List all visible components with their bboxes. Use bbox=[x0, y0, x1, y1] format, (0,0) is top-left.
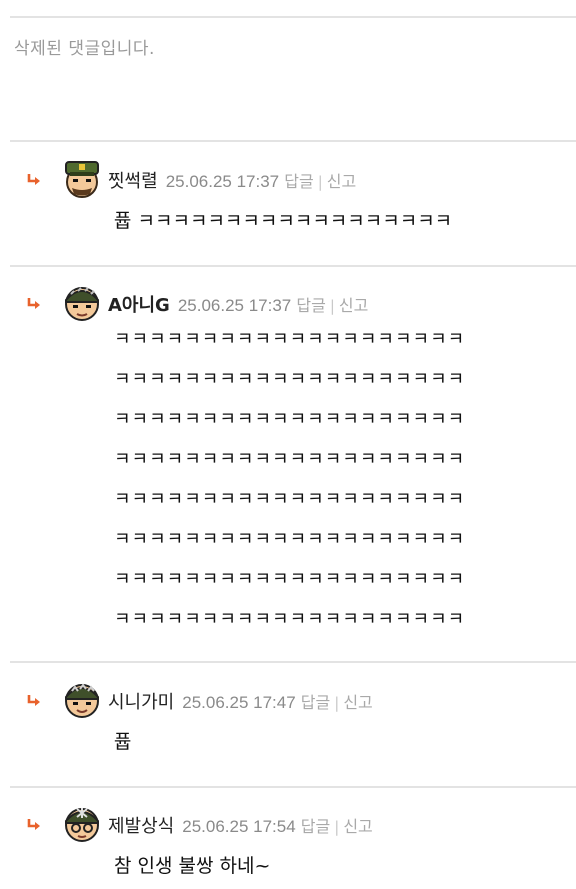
deleted-comment-notice: 삭제된 댓글입니다. bbox=[14, 39, 155, 59]
action-separator: | bbox=[329, 297, 335, 315]
reply-arrow-icon bbox=[27, 819, 40, 830]
report-link[interactable]: 신고 bbox=[339, 296, 368, 315]
author-nickname[interactable]: 제발상식 bbox=[108, 816, 174, 837]
comment-text-line: ㅋㅋㅋㅋㅋㅋㅋㅋㅋㅋㅋㅋㅋㅋㅋㅋㅋㅋㅋㅋ bbox=[114, 449, 466, 470]
comment-text-line: ㅋㅋㅋㅋㅋㅋㅋㅋㅋㅋㅋㅋㅋㅋㅋㅋㅋㅋㅋㅋ bbox=[114, 409, 466, 430]
reply-arrow-icon bbox=[27, 298, 40, 309]
comment-header: A아니G 25.06.25 17:37 답글 | 신고 bbox=[108, 291, 368, 316]
action-separator: | bbox=[334, 694, 340, 712]
comment-timestamp: 25.06.25 17:47 bbox=[182, 693, 296, 712]
comment-text: 참 인생 불쌍 하네~ bbox=[114, 855, 271, 877]
divider bbox=[10, 16, 576, 18]
author-nickname[interactable]: A아니G bbox=[108, 295, 170, 316]
action-separator: | bbox=[317, 173, 323, 191]
comment-text: 퓹 ㅋㅋㅋㅋㅋㅋㅋㅋㅋㅋㅋㅋㅋㅋㅋㅋㅋㅋ bbox=[114, 210, 453, 232]
comment-text-line: ㅋㅋㅋㅋㅋㅋㅋㅋㅋㅋㅋㅋㅋㅋㅋㅋㅋㅋㅋㅋ bbox=[114, 489, 466, 510]
author-nickname[interactable]: 시니가미 bbox=[108, 692, 174, 713]
comment-timestamp: 25.06.25 17:37 bbox=[165, 172, 280, 191]
comment-timestamp: 25.06.25 17:54 bbox=[182, 817, 296, 836]
comment-text-block: ㅋㅋㅋㅋㅋㅋㅋㅋㅋㅋㅋㅋㅋㅋㅋㅋㅋㅋㅋㅋ ㅋㅋㅋㅋㅋㅋㅋㅋㅋㅋㅋㅋㅋㅋㅋㅋㅋㅋㅋ… bbox=[114, 320, 576, 640]
reply-arrow-icon bbox=[27, 695, 40, 706]
user-avatar-icon bbox=[65, 161, 99, 198]
user-avatar-icon bbox=[65, 683, 99, 718]
reply-link[interactable]: 답글 bbox=[301, 693, 330, 712]
report-link[interactable]: 신고 bbox=[343, 693, 372, 712]
divider bbox=[10, 661, 576, 663]
report-link[interactable]: 신고 bbox=[327, 172, 356, 191]
comment-text-line: ㅋㅋㅋㅋㅋㅋㅋㅋㅋㅋㅋㅋㅋㅋㅋㅋㅋㅋㅋㅋ bbox=[114, 369, 466, 390]
divider bbox=[10, 140, 576, 142]
comment-text-line: ㅋㅋㅋㅋㅋㅋㅋㅋㅋㅋㅋㅋㅋㅋㅋㅋㅋㅋㅋㅋ bbox=[114, 529, 466, 550]
reply-link[interactable]: 답글 bbox=[301, 817, 330, 836]
divider bbox=[10, 786, 576, 788]
comment-text-line: ㅋㅋㅋㅋㅋㅋㅋㅋㅋㅋㅋㅋㅋㅋㅋㅋㅋㅋㅋㅋ bbox=[114, 569, 466, 590]
reply-link[interactable]: 답글 bbox=[296, 296, 325, 315]
user-avatar-icon bbox=[65, 287, 99, 321]
report-link[interactable]: 신고 bbox=[343, 817, 372, 836]
comment-text-line: ㅋㅋㅋㅋㅋㅋㅋㅋㅋㅋㅋㅋㅋㅋㅋㅋㅋㅋㅋㅋ bbox=[114, 329, 466, 350]
comment-header: 시니가미 25.06.25 17:47 답글 | 신고 bbox=[108, 688, 373, 713]
comment-text: 퓹 bbox=[114, 731, 132, 753]
comment-timestamp: 25.06.25 17:37 bbox=[177, 296, 292, 315]
reply-link[interactable]: 답글 bbox=[284, 172, 313, 191]
reply-arrow-icon bbox=[27, 174, 40, 185]
author-nickname[interactable]: 찟썩렬 bbox=[108, 171, 158, 192]
user-avatar-icon bbox=[65, 808, 99, 842]
action-separator: | bbox=[334, 818, 340, 836]
comment-header: 찟썩렬 25.06.25 17:37 답글 | 신고 bbox=[108, 167, 356, 192]
comment-text-line: ㅋㅋㅋㅋㅋㅋㅋㅋㅋㅋㅋㅋㅋㅋㅋㅋㅋㅋㅋㅋ bbox=[114, 609, 466, 630]
comment-header: 제발상식 25.06.25 17:54 답글 | 신고 bbox=[108, 812, 373, 837]
divider bbox=[10, 265, 576, 267]
